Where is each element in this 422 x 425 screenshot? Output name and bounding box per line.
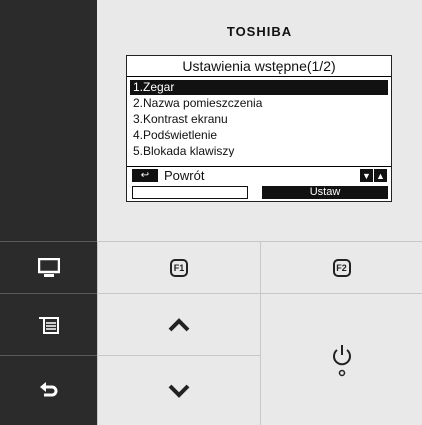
back-key-icon: ↩	[132, 169, 158, 182]
screen-title: Ustawienia wstępne(1/2)	[182, 58, 336, 74]
f1-soft-label	[132, 186, 248, 199]
chevron-up-icon	[168, 317, 190, 331]
title-divider	[127, 76, 391, 77]
monitor-icon	[37, 257, 60, 277]
menu-item-nazwa-pomieszczenia[interactable]: 2.Nazwa pomieszczenia	[130, 96, 388, 111]
left-button-column	[0, 0, 97, 425]
f2-key-icon: F2	[332, 258, 351, 277]
set-soft-label: Ustaw	[262, 186, 388, 199]
f1-button[interactable]: F1	[97, 242, 260, 294]
left-top-panel	[0, 0, 97, 242]
down-button[interactable]	[97, 356, 260, 425]
menu-item-kontrast-ekranu[interactable]: 3.Kontrast ekranu	[130, 112, 388, 127]
chevron-down-icon	[168, 384, 190, 398]
f2-button[interactable]: F2	[260, 242, 422, 294]
remote-controller: TOSHIBA Ustawienia wstępne(1/2) 1.Zegar …	[0, 0, 422, 425]
scroll-down-icon: ▼	[360, 169, 373, 182]
display-panel: TOSHIBA Ustawienia wstępne(1/2) 1.Zegar …	[97, 0, 422, 242]
back-label: Powrót	[164, 168, 205, 183]
menu-item-podswietlenie[interactable]: 4.Podświetlenie	[130, 128, 388, 143]
menu-item-zegar[interactable]: 1.Zegar	[130, 80, 388, 95]
power-icon	[332, 344, 351, 376]
menu-list-icon	[38, 316, 59, 334]
f1-key-icon: F1	[170, 258, 188, 277]
menu-item-blokada-klawiszy[interactable]: 5.Blokada klawiszy	[130, 144, 388, 157]
back-arrow-icon	[39, 381, 57, 396]
up-button[interactable]	[97, 294, 260, 356]
bottom-divider	[127, 166, 391, 167]
lcd-screen: Ustawienia wstępne(1/2) 1.Zegar 2.Nazwa …	[126, 55, 392, 202]
brand-logo: TOSHIBA	[226, 24, 293, 39]
display-button[interactable]	[0, 242, 97, 294]
power-button[interactable]	[260, 294, 422, 425]
back-button[interactable]	[0, 356, 97, 425]
back-hint: ↩ Powrót	[132, 168, 204, 183]
menu-button[interactable]	[0, 294, 97, 356]
scroll-up-icon: ▲	[374, 169, 387, 182]
scroll-arrows: ▼ ▲	[360, 169, 387, 182]
